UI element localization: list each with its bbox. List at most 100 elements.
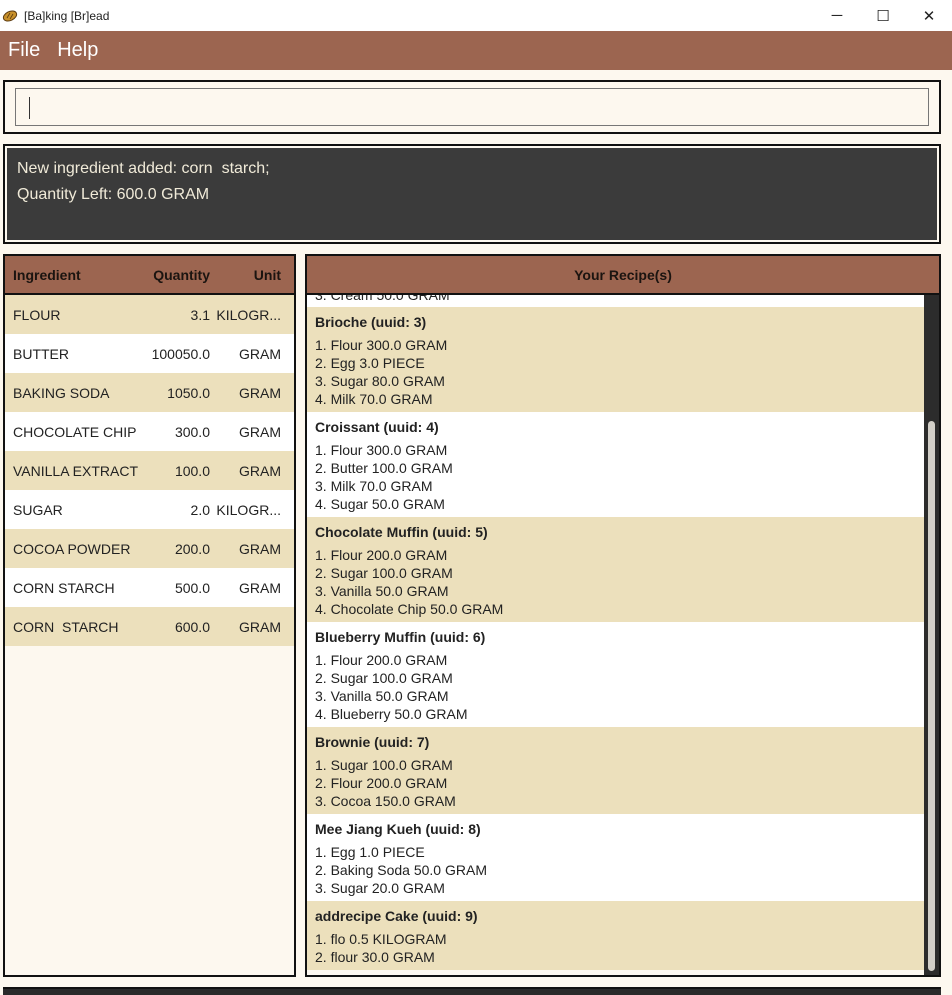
- recipe-step: 1. Egg 1.0 PIECE: [315, 844, 425, 860]
- text-caret: [29, 97, 30, 119]
- ingredient-row[interactable]: CHOCOLATE CHIP 300.0 GRAM: [5, 412, 294, 451]
- recipe-scrollbar[interactable]: [924, 295, 939, 975]
- recipe-step: 2. flour 30.0 GRAM: [315, 949, 435, 965]
- status-bar: [3, 987, 941, 995]
- recipe-step: 3. Sugar 20.0 GRAM: [315, 880, 445, 896]
- ingredient-quantity: 500.0: [174, 579, 210, 596]
- command-input[interactable]: [15, 88, 929, 126]
- recipe-title: Mee Jiang Kueh (uuid: 8): [315, 821, 481, 837]
- ingredient-quantity: 100.0: [174, 462, 210, 479]
- header-unit[interactable]: Unit: [210, 267, 287, 283]
- recipe-card[interactable]: Blueberry Muffin (uuid: 6) 1. Flour 200.…: [307, 622, 924, 727]
- ingredient-row[interactable]: CORN STARCH 600.0 GRAM: [5, 607, 294, 646]
- recipe-title: Croissant (uuid: 4): [315, 419, 439, 435]
- ingredient-quantity: 200.0: [174, 540, 210, 557]
- ingredient-unit: GRAM: [239, 618, 281, 635]
- header-quantity[interactable]: Quantity: [145, 267, 210, 283]
- ingredient-name: VANILLA EXTRACT: [13, 462, 139, 479]
- minimize-button[interactable]: ─: [814, 0, 860, 31]
- recipe-step: 1. Sugar 100.0 GRAM: [315, 757, 453, 773]
- recipe-title: Chocolate Muffin (uuid: 5): [315, 524, 488, 540]
- ingredient-unit: GRAM: [239, 462, 281, 479]
- recipe-panel: Your Recipe(s) 3. Cream 50.0 GRAM Brioch…: [305, 254, 941, 977]
- result-line-1: New ingredient added: corn starch;: [17, 160, 270, 177]
- ingredient-row[interactable]: BAKING SODA 1050.0 GRAM: [5, 373, 294, 412]
- recipe-step: 3. Cream 50.0 GRAM: [315, 295, 450, 303]
- recipe-card[interactable]: Brownie (uuid: 7) 1. Sugar 100.0 GRAM 2.…: [307, 727, 924, 814]
- recipe-panel-header: Your Recipe(s): [307, 256, 939, 295]
- recipe-card-partial[interactable]: 3. Cream 50.0 GRAM: [307, 295, 924, 307]
- ingredient-table-header: Ingredient Quantity Unit: [5, 256, 294, 295]
- recipe-step: 2. Flour 200.0 GRAM: [315, 775, 448, 791]
- ingredient-row[interactable]: BUTTER 100050.0 GRAM: [5, 334, 294, 373]
- close-button[interactable]: ✕: [906, 0, 952, 31]
- ingredient-unit: KILOGR...: [216, 501, 281, 518]
- bread-icon: [2, 9, 18, 22]
- recipe-card[interactable]: addrecipe Cake (uuid: 9) 1. flo 0.5 KILO…: [307, 901, 924, 970]
- ingredient-name: CORN STARCH: [13, 618, 119, 635]
- ingredient-quantity: 100050.0: [151, 345, 210, 362]
- recipe-step: 3. Milk 70.0 GRAM: [315, 478, 433, 494]
- recipe-step: 1. flo 0.5 KILOGRAM: [315, 931, 447, 947]
- recipe-step: 4. Sugar 50.0 GRAM: [315, 496, 445, 512]
- recipe-step: 3. Vanilla 50.0 GRAM: [315, 583, 449, 599]
- window-title: [Ba]king [Br]ead: [24, 8, 110, 23]
- menu-bar: File Help: [0, 31, 952, 70]
- recipe-step: 2. Baking Soda 50.0 GRAM: [315, 862, 487, 878]
- menu-help[interactable]: Help: [57, 39, 98, 62]
- recipe-step: 2. Sugar 100.0 GRAM: [315, 670, 453, 686]
- recipe-title: addrecipe Cake (uuid: 9): [315, 908, 478, 924]
- recipe-card[interactable]: Chocolate Muffin (uuid: 5) 1. Flour 200.…: [307, 517, 924, 622]
- header-ingredient[interactable]: Ingredient: [5, 267, 145, 283]
- ingredient-name: FLOUR: [13, 306, 61, 323]
- ingredient-unit: GRAM: [239, 423, 281, 440]
- recipe-step: 1. Flour 200.0 GRAM: [315, 652, 448, 668]
- recipe-step: 3. Vanilla 50.0 GRAM: [315, 688, 449, 704]
- recipe-step: 4. Chocolate Chip 50.0 GRAM: [315, 601, 504, 617]
- recipe-title: Blueberry Muffin (uuid: 6): [315, 629, 486, 645]
- recipe-list[interactable]: 3. Cream 50.0 GRAM Brioche (uuid: 3) 1. …: [307, 295, 924, 975]
- recipe-step: 4. Blueberry 50.0 GRAM: [315, 706, 468, 722]
- recipe-card[interactable]: Brioche (uuid: 3) 1. Flour 300.0 GRAM 2.…: [307, 307, 924, 412]
- maximize-button[interactable]: ☐: [860, 0, 906, 31]
- recipe-step: 2. Sugar 100.0 GRAM: [315, 565, 453, 581]
- ingredient-quantity: 3.1: [190, 306, 210, 323]
- ingredient-panel: Ingredient Quantity Unit FLOUR 3.1 KILOG…: [3, 254, 296, 977]
- recipe-step: 4. Milk 70.0 GRAM: [315, 391, 433, 407]
- ingredient-quantity: 1050.0: [167, 384, 210, 401]
- ingredient-unit: GRAM: [239, 345, 281, 362]
- ingredient-unit: GRAM: [239, 579, 281, 596]
- recipe-title: Brownie (uuid: 7): [315, 734, 430, 750]
- title-bar: [Ba]king [Br]ead ─ ☐ ✕: [0, 0, 952, 31]
- result-box: New ingredient added: corn starch; Quant…: [7, 148, 937, 240]
- recipe-card[interactable]: Mee Jiang Kueh (uuid: 8) 1. Egg 1.0 PIEC…: [307, 814, 924, 901]
- recipe-step: 1. Flour 300.0 GRAM: [315, 442, 448, 458]
- recipe-step: 2. Egg 3.0 PIECE: [315, 355, 425, 371]
- scrollbar-thumb[interactable]: [928, 421, 935, 971]
- window-controls: ─ ☐ ✕: [814, 0, 952, 31]
- recipe-step: 3. Cocoa 150.0 GRAM: [315, 793, 456, 809]
- recipe-card[interactable]: Croissant (uuid: 4) 1. Flour 300.0 GRAM …: [307, 412, 924, 517]
- recipe-title: Brioche (uuid: 3): [315, 314, 427, 330]
- ingredient-quantity: 300.0: [174, 423, 210, 440]
- ingredient-quantity: 2.0: [190, 501, 210, 518]
- ingredient-row[interactable]: VANILLA EXTRACT 100.0 GRAM: [5, 451, 294, 490]
- ingredient-name: BAKING SODA: [13, 384, 110, 401]
- menu-file[interactable]: File: [8, 39, 40, 62]
- ingredient-row[interactable]: FLOUR 3.1 KILOGR...: [5, 295, 294, 334]
- ingredient-unit: GRAM: [239, 540, 281, 557]
- ingredient-row[interactable]: CORN STARCH 500.0 GRAM: [5, 568, 294, 607]
- ingredient-unit: KILOGR...: [216, 306, 281, 323]
- recipe-step: 1. Flour 300.0 GRAM: [315, 337, 448, 353]
- ingredient-name: SUGAR: [13, 501, 63, 518]
- ingredient-row[interactable]: COCOA POWDER 200.0 GRAM: [5, 529, 294, 568]
- ingredient-name: CORN STARCH: [13, 579, 115, 596]
- recipe-step: 3. Sugar 80.0 GRAM: [315, 373, 445, 389]
- ingredient-name: BUTTER: [13, 345, 69, 362]
- ingredient-name: COCOA POWDER: [13, 540, 131, 557]
- command-box: [3, 80, 941, 134]
- ingredient-row[interactable]: SUGAR 2.0 KILOGR...: [5, 490, 294, 529]
- recipe-step: 1. Flour 200.0 GRAM: [315, 547, 448, 563]
- result-line-2: Quantity Left: 600.0 GRAM: [17, 186, 210, 203]
- recipe-step: 2. Butter 100.0 GRAM: [315, 460, 453, 476]
